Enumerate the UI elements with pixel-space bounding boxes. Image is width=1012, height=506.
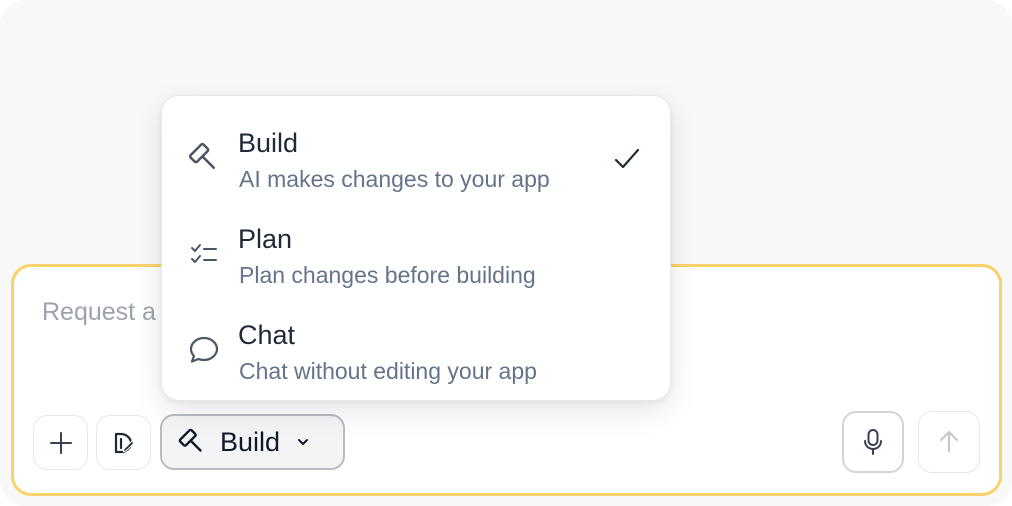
checklist-icon — [186, 236, 222, 272]
chat-bubble-icon — [186, 332, 222, 368]
microphone-icon — [864, 429, 882, 455]
hammer-icon — [178, 428, 202, 452]
hammer-icon — [186, 140, 222, 176]
visual-edit-button[interactable] — [96, 415, 151, 470]
chevron-down-icon — [298, 439, 309, 445]
mode-option-plan[interactable]: Plan Plan changes before building — [162, 200, 672, 296]
mode-selector-button[interactable]: Build — [160, 414, 345, 470]
send-button[interactable] — [918, 411, 980, 473]
mode-option-title: Plan — [238, 224, 293, 254]
visual-edit-icon — [114, 432, 135, 453]
mode-option-build[interactable]: Build AI makes changes to your app — [162, 104, 672, 200]
mode-option-description: Plan changes before building — [239, 262, 536, 288]
mode-option-description: Chat without editing your app — [239, 358, 537, 384]
arrow-up-icon — [939, 430, 959, 453]
checkmark-icon — [614, 148, 640, 169]
mode-option-title: Chat — [238, 320, 296, 350]
mode-option-title: Build — [238, 128, 299, 158]
mode-selector-label: Build — [220, 426, 281, 457]
microphone-button[interactable] — [842, 411, 904, 473]
mode-dropdown-menu: Build AI makes changes to your app Plan … — [161, 95, 671, 401]
mode-option-description: AI makes changes to your app — [239, 166, 550, 192]
mode-option-chat[interactable]: Chat Chat without editing your app — [162, 296, 672, 392]
plus-icon — [49, 431, 72, 454]
add-button[interactable] — [33, 415, 88, 470]
